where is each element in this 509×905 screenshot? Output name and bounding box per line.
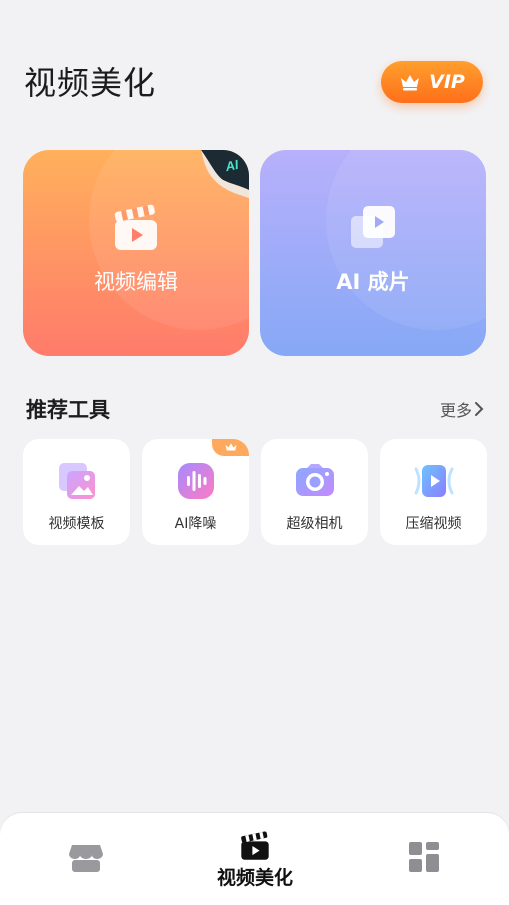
chevron-right-icon [475,402,484,416]
image-template-icon [58,463,95,499]
page-title: 视频美化 [24,64,157,102]
vip-label: VIP [429,71,465,93]
ai-corner-badge: AI [201,150,249,198]
vip-button[interactable]: VIP [381,61,483,103]
tab-store[interactable] [68,841,104,873]
video-edit-label: 视频编辑 [94,270,178,294]
tool-label: 超级相机 [286,516,343,532]
tool-label: 压缩视频 [405,516,462,532]
grid-icon [409,842,439,872]
video-edit-card[interactable]: AI 视频编辑 [23,150,249,356]
camera-icon [295,464,334,496]
ai-film-label: AI 成片 [336,270,410,294]
tool-video-template[interactable]: 视频模板 [23,439,130,545]
clapperboard-icon [114,204,157,250]
store-icon [69,845,103,872]
more-link[interactable]: 更多 [440,397,484,421]
tool-compress-video[interactable]: 压缩视频 [380,439,487,545]
crown-icon [225,443,236,451]
vip-badge [212,439,249,456]
sound-wave-icon [177,463,214,499]
bottom-tab-bar: 视频美化 [0,813,509,905]
ai-film-card[interactable]: AI 成片 [260,150,486,356]
layered-video-icon [351,206,395,248]
tab-grid[interactable] [408,841,440,873]
crown-icon [401,75,420,91]
compress-video-icon [414,465,453,497]
more-label: 更多 [440,401,473,420]
tool-label: 视频模板 [48,516,105,532]
tool-super-camera[interactable]: 超级相机 [261,439,368,545]
tool-ai-denoise[interactable]: AI降噪 [142,439,249,545]
clapperboard-icon [241,831,269,860]
tool-label: AI降噪 [174,516,217,532]
recommended-title: 推荐工具 [26,398,110,422]
tab-video-label: 视频美化 [216,867,293,889]
tab-video-beautify[interactable]: 视频美化 [210,831,300,890]
